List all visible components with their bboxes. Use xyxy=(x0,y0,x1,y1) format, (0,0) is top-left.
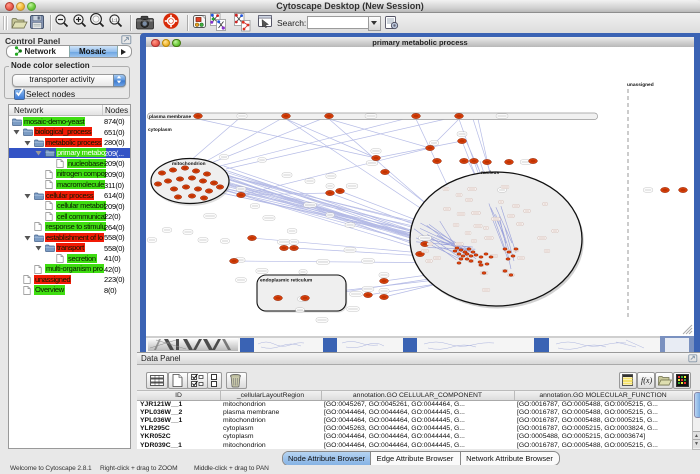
svg-text:endoplasmic reticulum: endoplasmic reticulum xyxy=(260,278,312,284)
svg-text:cytoplasm: cytoplasm xyxy=(148,127,172,133)
svg-text:nucleus: nucleus xyxy=(481,170,499,176)
svg-text:f(x): f(x) xyxy=(641,376,652,385)
svg-text:unassigned: unassigned xyxy=(627,82,654,88)
svg-text:1:1: 1:1 xyxy=(111,17,118,22)
svg-text:plasma membrane: plasma membrane xyxy=(149,114,191,120)
svg-text:mitochondrion: mitochondrion xyxy=(172,161,206,167)
